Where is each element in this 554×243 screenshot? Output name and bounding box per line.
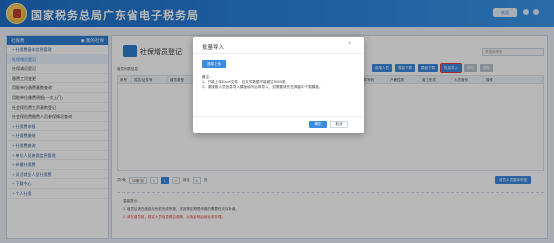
choose-upload-button[interactable]: 选择上传 [202, 60, 226, 68]
dialog-notes: 备注： 1、只能上传Excel文件，且文件数据不能超过5000条。 2、请按照人… [202, 75, 357, 90]
cancel-button[interactable]: 取消 [330, 121, 348, 128]
divider [193, 116, 364, 117]
batch-import-dialog: 批量导入 × 选择上传 备注： 1、只能上传Excel文件，且文件数据不能超过5… [193, 37, 364, 133]
divider [193, 53, 364, 54]
dialog-title: 批量导入 [202, 45, 225, 51]
confirm-button[interactable]: 确定 [309, 121, 327, 128]
close-icon[interactable]: × [348, 41, 352, 47]
note-line: 2、请按照人员信息导入模板填写后再导入，如需要请先在弹窗中下载模板。 [202, 85, 323, 89]
